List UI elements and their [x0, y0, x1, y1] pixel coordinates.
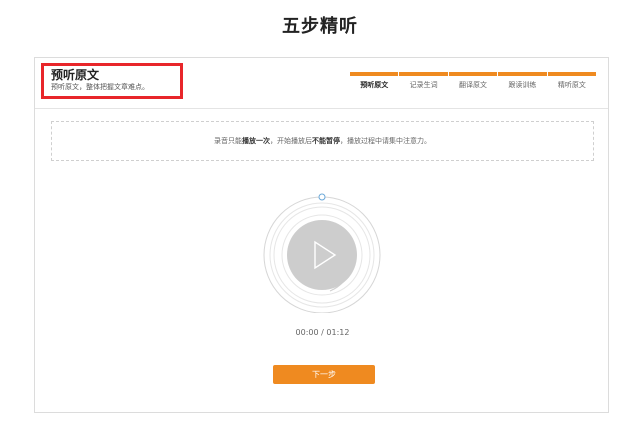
step-bar [498, 72, 547, 76]
step-label: 精听原文 [557, 81, 586, 89]
progress-handle[interactable] [318, 193, 326, 201]
step-tab-vocabulary[interactable]: 记录生词 [399, 72, 448, 96]
step-progress: 预听原文 记录生词 翻译原文 跟读训练 精听原文 [350, 72, 597, 96]
step-description: 预听原文，整体把握文章难点。 [51, 83, 149, 91]
step-bar [399, 72, 448, 76]
step-tab-preview[interactable]: 预听原文 [350, 72, 399, 96]
step-label: 预听原文 [360, 81, 389, 89]
step-label: 翻译原文 [459, 81, 488, 89]
step-title: 预听原文 [51, 68, 100, 82]
lesson-card: 预听原文 预听原文，整体把握文章难点。 预听原文 记录生词 翻译原文 跟读训练 … [34, 57, 609, 413]
notice-box: 录音只能播放一次，开始播放后不能暂停，播放过程中请集中注意力。 [51, 121, 594, 161]
step-tab-intensive[interactable]: 精听原文 [547, 72, 597, 96]
step-tab-translate[interactable]: 翻译原文 [448, 72, 498, 96]
step-label: 跟读训练 [508, 81, 537, 89]
player-dial [263, 193, 381, 314]
card-header: 预听原文 预听原文，整体把握文章难点。 预听原文 记录生词 翻译原文 跟读训练 … [35, 58, 608, 109]
step-tab-shadowing[interactable]: 跟读训练 [498, 72, 547, 96]
step-bar [547, 72, 597, 76]
next-step-button[interactable]: 下一步 [273, 365, 375, 384]
time-readout: 00:00 / 01:12 [295, 328, 350, 337]
step-bar [350, 72, 399, 76]
notice-text: 录音只能播放一次，开始播放后不能暂停，播放过程中请集中注意力。 [214, 137, 431, 145]
page-title: 五步精听 [282, 16, 358, 37]
play-button-bg[interactable] [287, 220, 357, 290]
play-button[interactable] [287, 220, 357, 290]
audio-player [262, 193, 382, 314]
step-label: 记录生词 [409, 81, 438, 89]
step-bar [448, 72, 498, 76]
